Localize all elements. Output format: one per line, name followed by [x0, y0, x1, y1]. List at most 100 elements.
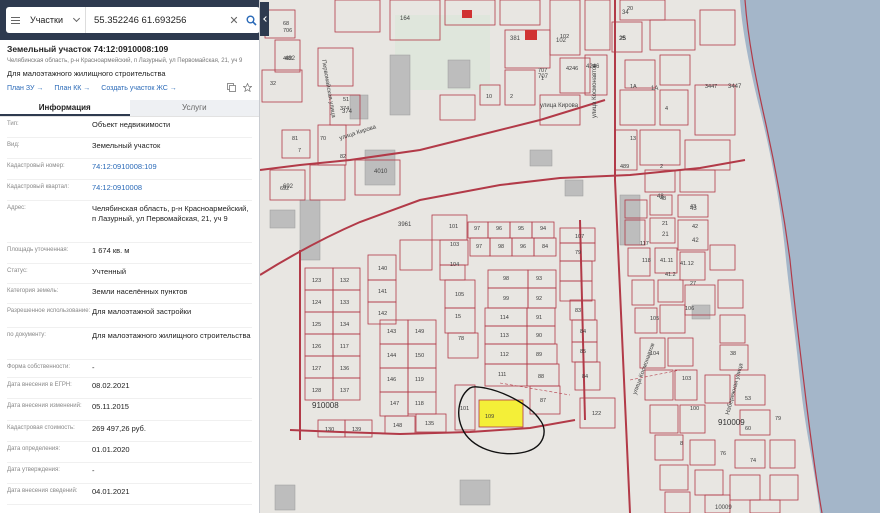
svg-text:70: 70: [320, 136, 326, 142]
svg-text:147: 147: [390, 401, 399, 407]
quarter-label-910008: 910008: [312, 401, 339, 410]
cadastral-quarter-link[interactable]: 74:12:0910008: [92, 180, 252, 200]
quarter-label-910009: 910009: [718, 418, 745, 427]
svg-text:90: 90: [536, 333, 542, 339]
svg-text:32: 32: [270, 81, 276, 87]
info-value: Земельный участок: [92, 141, 161, 150]
svg-text:133: 133: [340, 300, 349, 306]
info-row-ownership: Форма собственности: -: [7, 360, 252, 378]
svg-text:60: 60: [745, 426, 751, 432]
info-table: Тип: Объект недвижимости Вид: Земельный …: [0, 117, 259, 505]
info-row-status: Статус: Учтенный: [7, 264, 252, 284]
svg-text:101: 101: [449, 224, 458, 230]
svg-text:127: 127: [312, 366, 321, 372]
svg-text:117: 117: [640, 241, 649, 247]
svg-text:2: 2: [510, 94, 513, 100]
svg-text:41.2: 41.2: [665, 272, 676, 278]
svg-text:137: 137: [340, 388, 349, 394]
svg-text:112: 112: [500, 352, 509, 358]
svg-text:381: 381: [510, 36, 521, 42]
svg-text:96: 96: [520, 244, 526, 250]
info-value: 05.11.2015: [92, 402, 129, 411]
svg-text:102: 102: [556, 38, 567, 44]
search-icon[interactable]: [242, 7, 259, 33]
info-row-info-date: Дата внесения сведений: 04.01.2021: [7, 484, 252, 505]
svg-text:143: 143: [387, 329, 396, 335]
svg-text:15: 15: [455, 314, 461, 320]
info-key: Форма собственности:: [7, 364, 71, 370]
svg-text:96: 96: [496, 226, 502, 232]
svg-text:3961: 3961: [398, 222, 412, 228]
svg-text:84: 84: [542, 244, 548, 250]
svg-text:132: 132: [340, 278, 349, 284]
search-type-label: Участки: [30, 15, 63, 25]
star-icon[interactable]: [242, 82, 253, 94]
svg-text:130: 130: [325, 427, 334, 433]
svg-text:79: 79: [775, 416, 781, 422]
info-row-change-date: Дата внесения изменений: 05.11.2015: [7, 399, 252, 421]
info-value: Челябинская область, р-н Красноармейский…: [92, 204, 249, 223]
svg-text:707: 707: [538, 74, 549, 80]
svg-text:87: 87: [540, 398, 546, 404]
action-links: План ЗУ → План КК → Создать участок ЖС →: [7, 82, 253, 94]
info-key: Адрес:: [7, 205, 26, 211]
search-type-select[interactable]: Участки: [24, 7, 86, 33]
info-value: 1 674 кв. м: [92, 246, 130, 255]
street-label-kirova: улица Кирова: [540, 103, 579, 109]
svg-text:117: 117: [340, 344, 349, 350]
svg-text:374: 374: [342, 109, 353, 115]
info-value: Учтенный: [92, 267, 127, 276]
tab-info[interactable]: Информация: [0, 100, 130, 116]
svg-text:128: 128: [312, 388, 321, 394]
svg-text:94: 94: [540, 226, 546, 232]
svg-text:51: 51: [343, 97, 349, 103]
svg-text:148: 148: [393, 423, 402, 429]
svg-text:4: 4: [665, 106, 668, 112]
svg-text:107: 107: [575, 234, 584, 240]
svg-text:123: 123: [312, 278, 321, 284]
svg-text:142: 142: [378, 311, 387, 317]
info-value: 04.01.2021: [92, 487, 130, 496]
cadastral-number-link[interactable]: 74:12:0910008:109: [92, 159, 252, 179]
svg-text:93: 93: [536, 276, 542, 282]
plan-zu-link[interactable]: План ЗУ →: [7, 85, 43, 92]
svg-text:118: 118: [642, 258, 651, 264]
svg-text:41.12: 41.12: [680, 261, 694, 267]
svg-text:97: 97: [476, 244, 482, 250]
parcel-header: Земельный участок 74:12:0910008:109 Челя…: [0, 40, 259, 94]
svg-text:21: 21: [662, 232, 669, 238]
svg-text:119: 119: [415, 377, 424, 383]
svg-text:85: 85: [580, 349, 586, 355]
svg-text:95: 95: [518, 226, 524, 232]
svg-text:84: 84: [580, 329, 586, 335]
search-bar: Участки ✕: [0, 0, 259, 40]
plan-kk-link[interactable]: План КК →: [54, 85, 90, 92]
search-input[interactable]: [86, 8, 226, 32]
svg-text:104: 104: [450, 262, 459, 268]
tab-services[interactable]: Услуги: [129, 100, 259, 116]
svg-text:83: 83: [575, 308, 581, 314]
svg-text:113: 113: [500, 333, 509, 339]
collapse-panel-button[interactable]: [260, 2, 269, 36]
svg-text:10: 10: [486, 94, 492, 100]
svg-text:21: 21: [662, 221, 668, 227]
clear-search-icon[interactable]: ✕: [226, 14, 242, 27]
svg-text:106: 106: [685, 306, 694, 312]
chevron-left-icon: [262, 16, 269, 22]
info-value: -: [92, 363, 95, 372]
svg-text:38: 38: [730, 351, 736, 357]
create-zhs-link[interactable]: Создать участок ЖС →: [101, 85, 177, 92]
parcel-permitted-use: Для малоэтажного жилищного строительства: [7, 69, 166, 78]
svg-text:89: 89: [536, 352, 542, 358]
svg-text:74: 74: [750, 458, 756, 464]
copy-icon[interactable]: [227, 83, 236, 94]
info-row-land-category: Категория земель: Земли населённых пункт…: [7, 284, 252, 304]
info-key: по документу:: [7, 332, 46, 338]
info-value: Для малоэтажной застройки: [92, 307, 192, 316]
svg-text:4246: 4246: [566, 66, 578, 72]
info-row-cadastral-quarter: Кадастровый квартал: 74:12:0910008: [7, 180, 252, 201]
menu-icon[interactable]: [6, 7, 24, 33]
svg-text:27: 27: [690, 281, 696, 287]
svg-text:146: 146: [387, 377, 396, 383]
parcel-title: Земельный участок 74:12:0910008:109: [7, 44, 169, 54]
